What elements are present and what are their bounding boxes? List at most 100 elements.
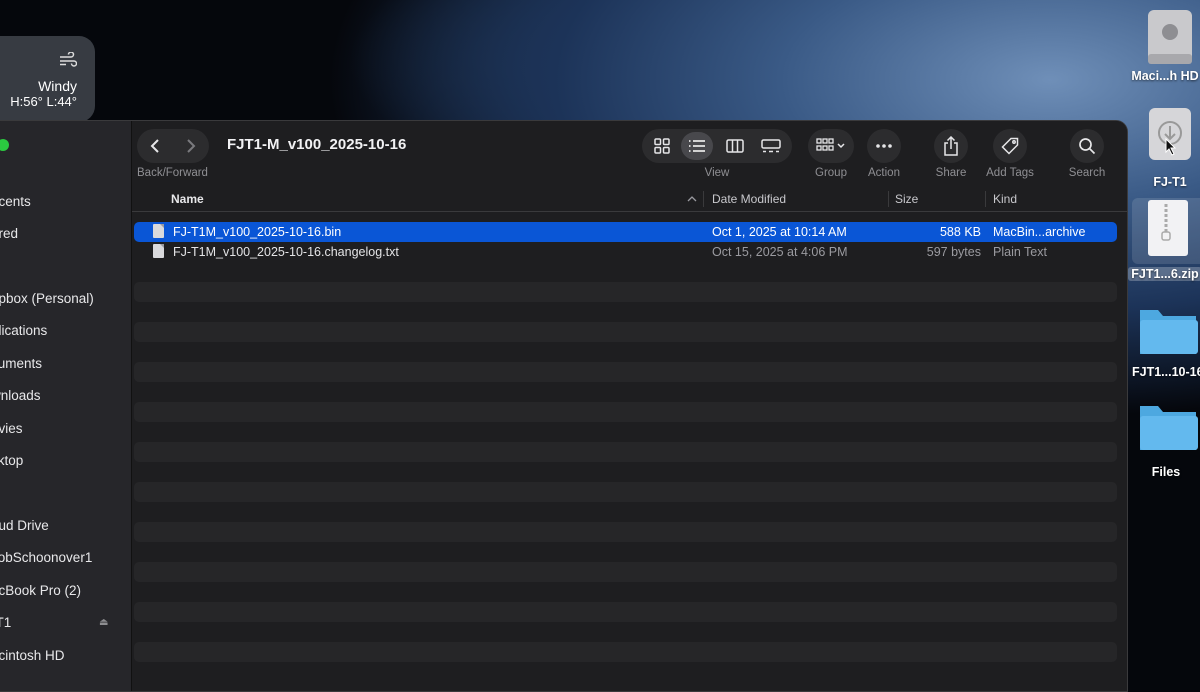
column-header-name[interactable]: Name bbox=[171, 192, 204, 206]
tag-icon bbox=[1001, 137, 1019, 155]
zoom-window-button[interactable] bbox=[0, 139, 9, 151]
column-divider[interactable] bbox=[703, 191, 704, 207]
column-header-date[interactable]: Date Modified bbox=[712, 192, 786, 206]
window-title: FJT1-M_v100_2025-10-16 bbox=[227, 136, 407, 153]
share-icon bbox=[944, 136, 958, 156]
text-document-icon bbox=[153, 244, 164, 258]
table-row[interactable]: FJ-T1M_v100_2025-10-16.changelog.txt Oct… bbox=[134, 242, 1117, 262]
file-size: 588 KB bbox=[939, 225, 981, 239]
finder-window: ecents ared s opbox (Personal) plication… bbox=[0, 120, 1128, 692]
action-label: Action bbox=[868, 167, 900, 179]
desktop-icon-folder-fjt1[interactable]: FJT1...10-16 bbox=[1132, 302, 1200, 379]
sidebar-item-fj-t1[interactable]: -T1 bbox=[0, 615, 11, 630]
column-header-kind[interactable]: Kind bbox=[993, 192, 1017, 206]
file-name: FJ-T1M_v100_2025-10-16.changelog.txt bbox=[173, 245, 399, 259]
sidebar-item-shared[interactable]: ared bbox=[0, 226, 18, 241]
group-icon bbox=[816, 138, 845, 151]
empty-row bbox=[134, 402, 1117, 422]
icon-view-button[interactable] bbox=[646, 132, 678, 160]
chevron-right-icon bbox=[187, 139, 196, 153]
desktop-icon-zip[interactable]: FJT1...6.zip bbox=[1128, 198, 1200, 281]
eject-icon[interactable]: ⏏ bbox=[99, 617, 108, 628]
search-label: Search bbox=[1068, 167, 1106, 179]
folder-icon bbox=[1140, 310, 1198, 354]
search-button[interactable] bbox=[1070, 129, 1104, 163]
share-label: Share bbox=[935, 167, 967, 179]
sidebar-item-desktop[interactable]: sktop bbox=[0, 453, 23, 468]
desktop-icon-files-folder[interactable]: Files bbox=[1132, 398, 1200, 479]
add-tags-button[interactable] bbox=[993, 129, 1027, 163]
desktop-icon-label: Maci...h HD bbox=[1131, 69, 1199, 83]
sidebar-item-dropbox[interactable]: opbox (Personal) bbox=[0, 291, 94, 306]
empty-row bbox=[134, 602, 1117, 622]
group-label: Group bbox=[815, 167, 847, 179]
column-divider[interactable] bbox=[888, 191, 889, 207]
empty-row bbox=[134, 482, 1117, 502]
gallery-view-button[interactable] bbox=[755, 132, 787, 160]
file-kind: MacBin...archive bbox=[993, 225, 1086, 239]
search-icon bbox=[1079, 138, 1096, 155]
file-size: 597 bytes bbox=[926, 245, 981, 259]
file-browser: Back/Forward FJT1-M_v100_2025-10-16 View bbox=[132, 121, 1127, 691]
empty-row bbox=[134, 642, 1117, 662]
view-label: View bbox=[704, 167, 730, 179]
column-header: Name Date Modified Size Kind bbox=[132, 187, 1127, 212]
sidebar-item-documents[interactable]: cuments bbox=[0, 356, 42, 371]
forward-button[interactable] bbox=[173, 129, 209, 163]
share-button[interactable] bbox=[934, 129, 968, 163]
empty-row bbox=[134, 562, 1117, 582]
back-forward-label: Back/Forward bbox=[137, 167, 208, 179]
weather-temps: H:56° L:44° bbox=[10, 94, 77, 109]
sidebar-item-icloud-drive[interactable]: oud Drive bbox=[0, 518, 49, 533]
wind-icon bbox=[60, 52, 77, 67]
sidebar-item-user-account[interactable]: cobSchoonover1 bbox=[0, 550, 92, 565]
empty-row bbox=[134, 282, 1117, 302]
sidebar-item-recents[interactable]: ecents bbox=[0, 194, 31, 209]
hard-drive-icon bbox=[1148, 10, 1192, 64]
ellipsis-icon bbox=[876, 144, 892, 148]
desktop-icon-label: FJT1...6.zip bbox=[1128, 267, 1200, 281]
desktop-icon-label: FJT1...10-16 bbox=[1132, 365, 1200, 379]
file-name: FJ-T1M_v100_2025-10-16.bin bbox=[173, 225, 342, 239]
sidebar-item-applications[interactable]: plications bbox=[0, 323, 47, 338]
sidebar-item-macintosh-hd[interactable]: acintosh HD bbox=[0, 648, 65, 663]
column-divider[interactable] bbox=[985, 191, 986, 207]
chevron-left-icon bbox=[150, 139, 159, 153]
sidebar: ecents ared s opbox (Personal) plication… bbox=[0, 121, 132, 691]
view-mode-group bbox=[642, 129, 792, 163]
sidebar-item-downloads[interactable]: wnloads bbox=[0, 388, 41, 403]
empty-row bbox=[134, 362, 1117, 382]
file-date: Oct 1, 2025 at 10:14 AM bbox=[712, 225, 847, 239]
desktop-icon-label: Files bbox=[1151, 465, 1181, 479]
desktop-icon-macintosh-hd[interactable]: Maci...h HD bbox=[1131, 8, 1200, 83]
column-view-button[interactable] bbox=[719, 132, 751, 160]
empty-row bbox=[134, 442, 1117, 462]
toolbar: Back/Forward FJT1-M_v100_2025-10-16 View bbox=[132, 121, 1127, 187]
back-button[interactable] bbox=[137, 129, 173, 163]
list-view-button[interactable] bbox=[681, 132, 713, 160]
group-button[interactable] bbox=[808, 129, 854, 163]
sidebar-item-macbook-pro[interactable]: acBook Pro (2) bbox=[0, 583, 81, 598]
columns-icon bbox=[726, 139, 744, 153]
action-button[interactable] bbox=[867, 129, 901, 163]
mouse-cursor-icon bbox=[1165, 138, 1177, 156]
add-tags-label: Add Tags bbox=[986, 167, 1034, 179]
empty-row bbox=[134, 522, 1117, 542]
gallery-icon bbox=[761, 139, 781, 153]
folder-icon bbox=[1140, 406, 1198, 450]
desktop-icon-fj-t1[interactable]: FJ-T1 bbox=[1143, 106, 1197, 189]
back-forward-group bbox=[137, 129, 209, 163]
weather-condition: Windy bbox=[38, 78, 77, 94]
weather-widget[interactable]: Windy H:56° L:44° bbox=[0, 36, 95, 122]
zip-file-icon bbox=[1148, 200, 1188, 256]
list-icon bbox=[689, 140, 705, 152]
sidebar-item-movies[interactable]: ovies bbox=[0, 421, 23, 436]
document-icon bbox=[153, 224, 164, 238]
column-header-size[interactable]: Size bbox=[895, 192, 918, 206]
table-row[interactable]: FJ-T1M_v100_2025-10-16.bin Oct 1, 2025 a… bbox=[134, 222, 1117, 242]
sort-ascending-icon bbox=[687, 196, 697, 202]
desktop-icon-label: FJ-T1 bbox=[1153, 175, 1187, 189]
grid-icon bbox=[654, 138, 670, 154]
file-kind: Plain Text bbox=[993, 245, 1047, 259]
file-date: Oct 15, 2025 at 4:06 PM bbox=[712, 245, 848, 259]
